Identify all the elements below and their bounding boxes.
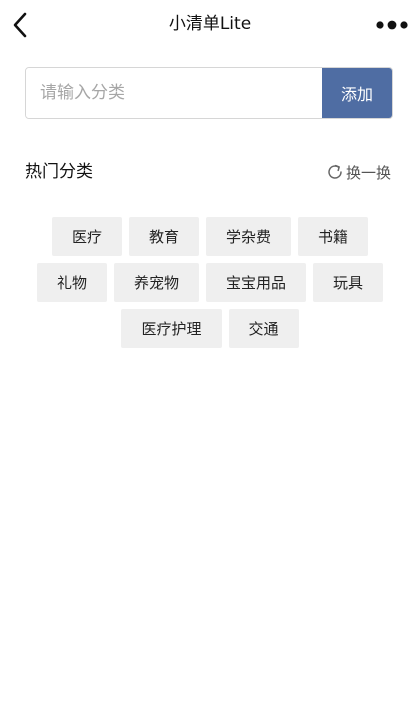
category-tag[interactable]: 医疗: [51, 217, 122, 256]
category-tag[interactable]: 交通: [228, 309, 299, 348]
refresh-button[interactable]: 换一换: [326, 161, 391, 183]
category-tag[interactable]: 医疗护理: [121, 309, 222, 348]
category-tag[interactable]: 教育: [128, 217, 199, 256]
refresh-icon: [328, 164, 342, 179]
category-tag[interactable]: 礼物: [36, 263, 107, 302]
category-tag[interactable]: 玩具: [313, 263, 384, 302]
tag-row: 医疗 教育 学杂费 书籍: [51, 217, 369, 256]
tag-row: 医疗护理 交通: [121, 309, 299, 348]
category-input[interactable]: [26, 68, 322, 118]
more-dots-icon: [376, 20, 408, 30]
category-tag[interactable]: 宝宝用品: [206, 263, 307, 302]
add-button[interactable]: 添加: [322, 68, 392, 118]
category-tag[interactable]: 学杂费: [206, 217, 292, 256]
hot-categories-list: 医疗 教育 学杂费 书籍 礼物 养宠物 宝宝用品 玩具 医疗护理 交通: [25, 217, 395, 348]
more-button[interactable]: [374, 15, 410, 35]
page-title: 小清单Lite: [168, 14, 252, 34]
tag-row: 礼物 养宠物 宝宝用品 玩具: [36, 263, 384, 302]
category-tag[interactable]: 书籍: [298, 217, 369, 256]
app-screen: 小清单Lite 添加 热门分类 换一换 医疗 教育 学杂费 书籍 礼物 养: [0, 0, 420, 718]
refresh-label: 换一换: [346, 163, 392, 182]
add-category-form: 添加: [25, 67, 393, 119]
category-tag[interactable]: 养宠物: [113, 263, 199, 302]
navigation-bar: 小清单Lite: [0, 0, 420, 48]
hot-categories-title: 热门分类: [25, 162, 93, 182]
